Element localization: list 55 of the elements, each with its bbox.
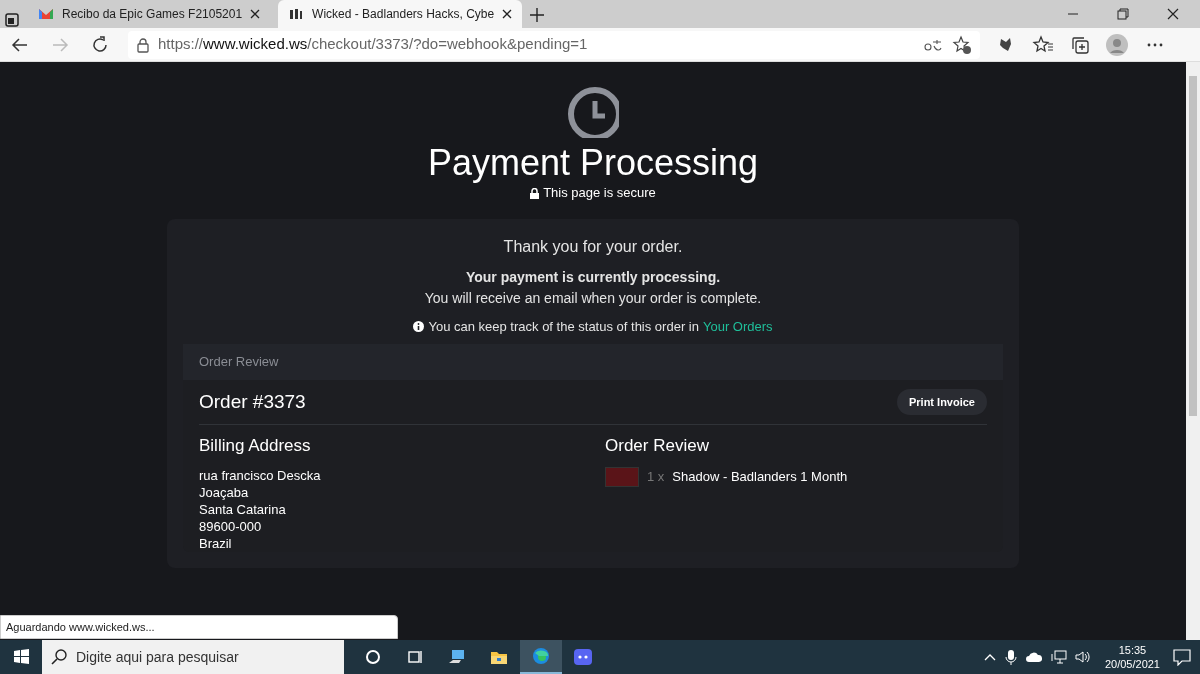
favorites-icon[interactable] — [1032, 34, 1054, 55]
discord-icon — [573, 647, 593, 667]
cloud-icon[interactable] — [1024, 651, 1043, 663]
edge-icon — [531, 646, 551, 666]
print-invoice-button[interactable]: Print Invoice — [896, 388, 987, 416]
close-icon[interactable] — [502, 9, 513, 19]
info-icon — [413, 321, 425, 333]
item-name: Shadow - Badlanders 1 Month — [672, 468, 848, 487]
track-note: You can keep track of the status of this order in — [428, 317, 699, 336]
speaker-icon[interactable] — [1074, 650, 1093, 664]
address-line: rua francisco Descka — [199, 466, 322, 484]
page-title: Payment Processing — [427, 142, 759, 184]
tab-title: Wicked - Badlanders Hacks, Cybe — [312, 6, 495, 23]
order-number: Order #3373 — [199, 389, 306, 414]
your-orders-link[interactable]: Your Orders — [702, 316, 773, 337]
clock-date: 20/05/2021 — [1104, 657, 1160, 672]
search-placeholder: Digite aqui para pesquisar — [76, 647, 239, 667]
search-icon — [50, 648, 68, 666]
mail-icon — [38, 6, 54, 22]
collections-icon[interactable] — [1070, 34, 1090, 55]
address-line: 89600-000 — [199, 517, 263, 535]
secure-note: This page is secure — [543, 184, 656, 203]
product-thumbnail — [605, 466, 639, 487]
address-line: Santa Catarina — [199, 500, 287, 518]
item-quantity: 1 x — [647, 468, 665, 487]
notifications-icon[interactable] — [1172, 648, 1192, 666]
address-line: Brazil — [199, 534, 233, 552]
address-line: Joaçaba — [199, 483, 250, 501]
network-icon[interactable] — [1050, 650, 1067, 664]
status-text: Aguardando www.wicked.ws... — [0, 614, 398, 639]
tab-title: Recibo da Epic Games F2105201 — [62, 6, 243, 23]
favorite-add-icon[interactable] — [952, 34, 972, 55]
lock-icon — [136, 36, 150, 53]
profile-avatar-icon[interactable] — [1106, 33, 1128, 56]
taskbar-clock[interactable]: 15:35 20/05/2021 — [1100, 642, 1164, 672]
clock-icon — [567, 86, 619, 138]
scrollbar-thumb[interactable] — [1189, 76, 1197, 416]
lock-icon — [530, 187, 540, 199]
browser-tab[interactable]: Wicked - Badlanders Hacks, Cybe — [278, 0, 523, 28]
billing-title: Billing Address — [199, 435, 312, 458]
tab-actions-icon[interactable] — [4, 12, 20, 28]
cortana-circle-icon — [363, 647, 383, 667]
email-note: You will receive an email when your order is complete. — [423, 288, 763, 308]
url-text: https://www.wicked.ws/checkout/3373/?do=webhook&pending=1 — [158, 34, 589, 55]
processing-text: Your payment is currently processing. — [464, 267, 722, 287]
site-icon — [288, 6, 305, 22]
browser-tab[interactable]: Recibo da Epic Games F2105201 — [28, 0, 271, 28]
items-title: Order Review — [605, 435, 710, 458]
address-bar[interactable]: https://www.wicked.ws/checkout/3373/?do=webhook&pending=1 — [128, 30, 980, 59]
clock-time: 15:35 — [1117, 642, 1148, 657]
panel-header: Order Review — [183, 344, 1003, 380]
microphone-icon[interactable] — [1004, 649, 1017, 665]
thanks-text: Thank you for your order. — [502, 236, 684, 257]
taskbar-search-field[interactable]: Digite aqui para pesquisar — [42, 640, 344, 674]
close-icon[interactable] — [250, 9, 261, 19]
